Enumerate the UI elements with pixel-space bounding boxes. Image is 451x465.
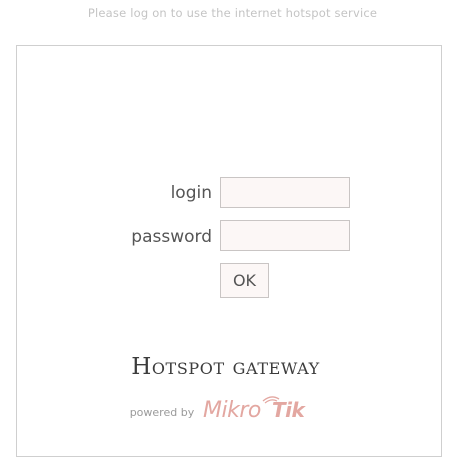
login-label: login <box>170 183 212 203</box>
ok-button[interactable]: OK <box>220 263 269 298</box>
svg-text:Tik: Tik <box>272 398 306 421</box>
hotspot-gateway-title: Hotspot gateway <box>131 354 320 380</box>
password-label: password <box>131 227 212 247</box>
password-input[interactable] <box>220 220 350 251</box>
svg-text:Mikro: Mikro <box>203 398 261 421</box>
login-input[interactable] <box>220 177 350 208</box>
powered-by-footer: powered by Mikro Tik <box>0 395 451 427</box>
mikrotik-logo: Mikro Tik <box>203 395 321 425</box>
hotspot-notice: Please log on to use the internet hotspo… <box>87 6 378 20</box>
powered-by-text: powered by <box>129 405 195 419</box>
